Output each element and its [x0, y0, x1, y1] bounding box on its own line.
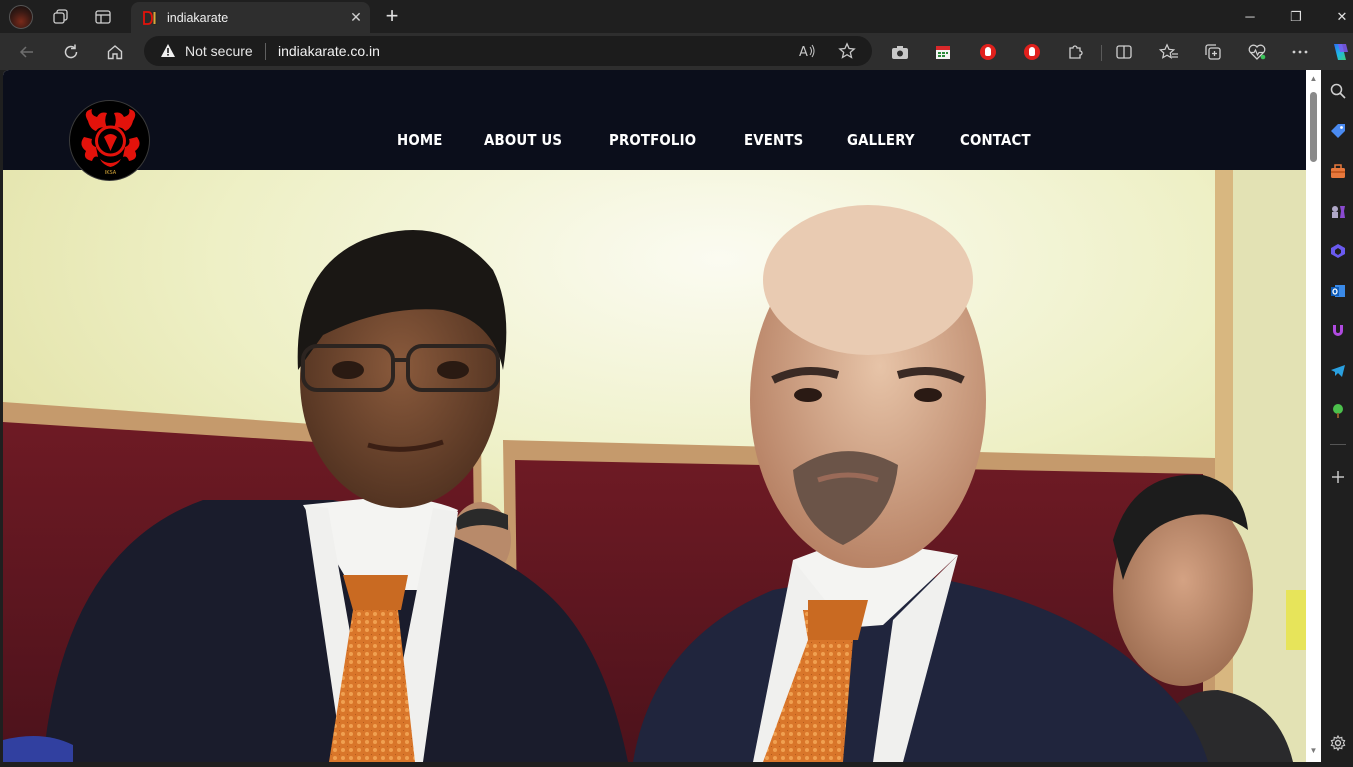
home-icon[interactable]: [102, 39, 128, 65]
tag-icon[interactable]: [1329, 122, 1347, 140]
warning-icon[interactable]: [160, 43, 176, 63]
nav-contact[interactable]: CONTACT: [960, 131, 1031, 149]
tab-title: indiakarate: [167, 10, 229, 25]
nav-events[interactable]: EVENTS: [744, 131, 803, 149]
nav-portfolio[interactable]: PROTFOLIO: [609, 131, 696, 149]
adblock-hand-icon[interactable]: [977, 41, 999, 63]
heartbeat-icon[interactable]: [1246, 41, 1268, 63]
tab-close-icon[interactable]: ✕: [342, 9, 370, 26]
minimize-button[interactable]: ─: [1227, 0, 1273, 33]
scroll-down-icon[interactable]: ▼: [1309, 746, 1318, 755]
svg-text:A: A: [799, 45, 808, 59]
search-icon[interactable]: [1329, 82, 1347, 100]
edge-sidebar: [1321, 70, 1353, 767]
tab-actions-icon[interactable]: [92, 6, 114, 28]
settings-icon[interactable]: [1329, 734, 1347, 752]
split-screen-icon[interactable]: [1113, 41, 1135, 63]
logo-text: IKSA: [105, 170, 117, 176]
calendar-extension-icon[interactable]: [932, 41, 954, 63]
outlook-icon[interactable]: [1329, 282, 1347, 300]
restore-button[interactable]: ❐: [1273, 0, 1319, 33]
close-window-button[interactable]: ✕: [1319, 0, 1353, 33]
copilot-icon[interactable]: [1329, 41, 1351, 63]
nav-home[interactable]: HOME: [397, 131, 443, 149]
puzzle-icon[interactable]: [1065, 41, 1087, 63]
security-label[interactable]: Not secure: [185, 43, 253, 59]
address-bar[interactable]: Not secure indiakarate.co.in A: [144, 36, 872, 66]
back-arrow-icon[interactable]: [14, 39, 40, 65]
nav-about-us[interactable]: ABOUT US: [484, 131, 562, 149]
drop-icon[interactable]: [1329, 322, 1347, 340]
add-icon[interactable]: [1329, 468, 1347, 486]
url-text[interactable]: indiakarate.co.in: [278, 43, 380, 59]
site-logo[interactable]: IKSA: [69, 100, 150, 181]
more-icon[interactable]: [1289, 41, 1311, 63]
telegram-icon[interactable]: [1329, 362, 1347, 380]
collections-icon[interactable]: [1202, 41, 1224, 63]
hero-photo: [3, 170, 1306, 762]
indiakarate-favicon: [143, 10, 157, 25]
copilot-bing-icon[interactable]: [1329, 242, 1347, 260]
workspaces-icon[interactable]: [50, 6, 72, 28]
read-aloud-icon[interactable]: A: [798, 42, 816, 60]
site-header: HOME ABOUT US PROTFOLIO EVENTS GALLERY C…: [3, 70, 1306, 170]
browser-title-bar: indiakarate ✕ + ─ ❐ ✕: [0, 0, 1353, 33]
scroll-up-icon[interactable]: ▲: [1309, 74, 1318, 83]
toolbar-separator: [1101, 45, 1102, 61]
scroll-thumb[interactable]: [1310, 92, 1317, 162]
address-separator: [265, 43, 266, 60]
page-scrollbar[interactable]: ▲ ▼: [1306, 70, 1321, 762]
star-icon[interactable]: [838, 42, 856, 60]
refresh-icon[interactable]: [58, 39, 84, 65]
toolbox-icon[interactable]: [1329, 162, 1347, 180]
camera-icon[interactable]: [889, 41, 911, 63]
nav-gallery[interactable]: GALLERY: [847, 131, 915, 149]
profile-avatar[interactable]: [9, 5, 33, 29]
main-nav: HOME ABOUT US PROTFOLIO EVENTS GALLERY C…: [397, 131, 1076, 149]
favorites-icon[interactable]: [1158, 41, 1180, 63]
sidebar-separator: [1330, 444, 1346, 445]
chess-icon[interactable]: [1329, 202, 1347, 220]
adblock-hand-icon[interactable]: [1021, 41, 1043, 63]
page-viewport: HOME ABOUT US PROTFOLIO EVENTS GALLERY C…: [3, 70, 1306, 762]
browser-toolbar: Not secure indiakarate.co.in A: [0, 33, 1353, 70]
new-tab-button[interactable]: +: [380, 5, 404, 29]
tab-indiakarate[interactable]: indiakarate ✕: [131, 2, 370, 33]
tree-icon[interactable]: [1329, 402, 1347, 420]
